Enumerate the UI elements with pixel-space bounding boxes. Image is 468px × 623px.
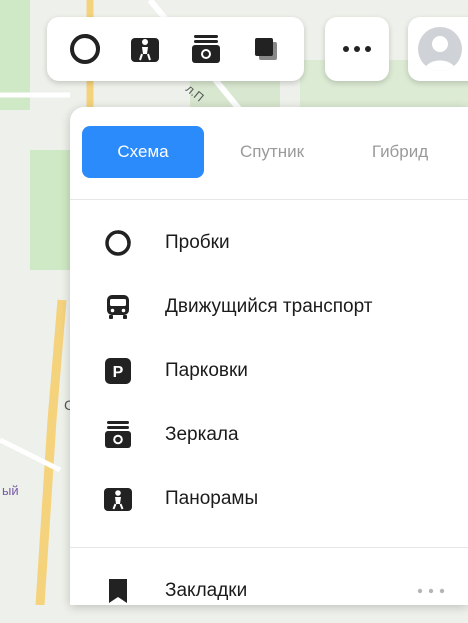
layers-icon: [254, 38, 277, 60]
divider: [70, 199, 468, 200]
tab-satellite[interactable]: Спутник: [204, 126, 340, 178]
layer-item-mirrors[interactable]: Зеркала: [70, 403, 468, 467]
divider: [70, 547, 468, 548]
parking-icon: P: [102, 355, 134, 387]
profile-button[interactable]: [408, 17, 468, 81]
panorama-toggle-button[interactable]: [123, 27, 167, 71]
layer-item-label: Парковки: [165, 360, 248, 381]
camera-icon: [102, 419, 134, 451]
bookmark-icon: [102, 575, 134, 607]
tab-scheme[interactable]: Схема: [82, 126, 204, 178]
more-dots-icon: [343, 46, 371, 52]
panorama-icon: [131, 38, 160, 62]
layer-item-label: Зеркала: [165, 424, 239, 445]
tab-hybrid[interactable]: Гибрид: [340, 126, 460, 178]
traffic-icon: [70, 34, 101, 64]
user-avatar-icon: [424, 36, 456, 71]
parking-letter: P: [113, 364, 124, 381]
layer-item-traffic[interactable]: Пробки: [70, 211, 468, 275]
layer-item-label: Панорамы: [165, 488, 259, 509]
traffic-icon: [102, 227, 134, 259]
layer-item-moving-transport[interactable]: Движущийся транспорт: [70, 275, 468, 339]
more-button[interactable]: [325, 17, 389, 81]
camera-icon: [191, 35, 220, 63]
layer-item-parking[interactable]: P Парковки: [70, 339, 468, 403]
bookmarks-label: Закладки: [165, 580, 248, 601]
bookmarks-item[interactable]: Закладки: [70, 559, 468, 623]
camera-toggle-button[interactable]: [184, 27, 228, 71]
traffic-toggle-button[interactable]: [63, 27, 107, 71]
layers-panel: Схема Спутник Гибрид Пробки Движущийся т…: [70, 107, 468, 605]
layer-item-label: Пробки: [165, 232, 230, 253]
layers-toggle-button[interactable]: [244, 27, 288, 71]
layer-item-label: Движущийся транспорт: [165, 296, 373, 317]
panorama-icon: [102, 483, 134, 515]
svg-text:ый: ый: [2, 483, 19, 498]
map-type-tabs: Схема Спутник Гибрид: [82, 126, 468, 178]
avatar: [418, 27, 462, 71]
layer-item-panoramas[interactable]: Панорамы: [70, 467, 468, 531]
more-dots-icon: [417, 588, 445, 594]
bookmarks-more-button[interactable]: [414, 581, 448, 601]
bus-icon: [102, 291, 134, 323]
map-toolbar: [47, 17, 304, 81]
